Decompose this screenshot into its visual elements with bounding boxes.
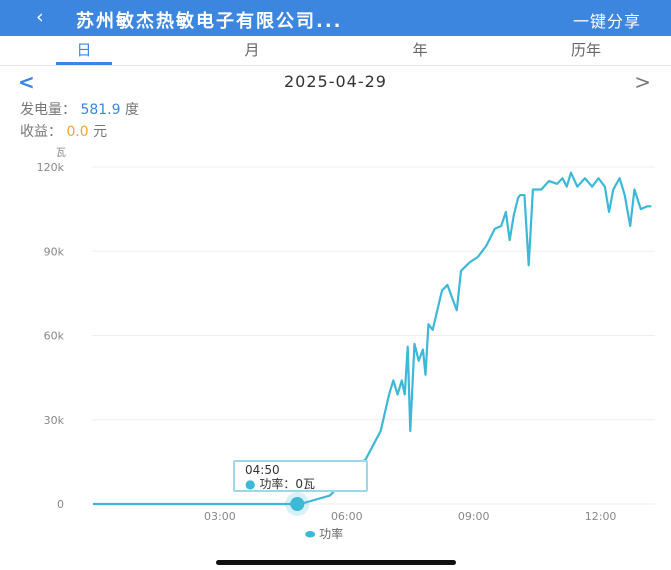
y-tick-label: 30k — [44, 414, 65, 427]
tooltip-value: 0瓦 — [295, 477, 315, 491]
power-line — [93, 171, 652, 506]
chart-legend[interactable]: ⬬ 功率 — [305, 525, 343, 542]
y-tick-label: 90k — [44, 245, 65, 258]
y-tick-label: 120k — [37, 161, 65, 174]
home-indicator — [216, 560, 456, 565]
tooltip-dot-icon: ● — [245, 477, 256, 491]
tooltip-time: 04:50 — [245, 463, 280, 477]
x-tick-label: 06:00 — [331, 510, 363, 523]
chart-tooltip: 04:50 ● 功率：0瓦 — [233, 460, 368, 492]
highlight-point — [290, 497, 305, 511]
tooltip-label: 功率： — [259, 477, 296, 491]
y-axis-unit: 瓦 — [56, 148, 66, 159]
y-tick-label: 0 — [57, 498, 64, 511]
y-tick-label: 60k — [44, 330, 65, 343]
legend-marker-icon: ⬬ — [305, 527, 316, 541]
x-tick-label: 03:00 — [204, 510, 236, 523]
legend-label: 功率 — [319, 527, 344, 541]
x-tick-label: 12:00 — [585, 510, 617, 523]
x-tick-label: 09:00 — [458, 510, 490, 523]
